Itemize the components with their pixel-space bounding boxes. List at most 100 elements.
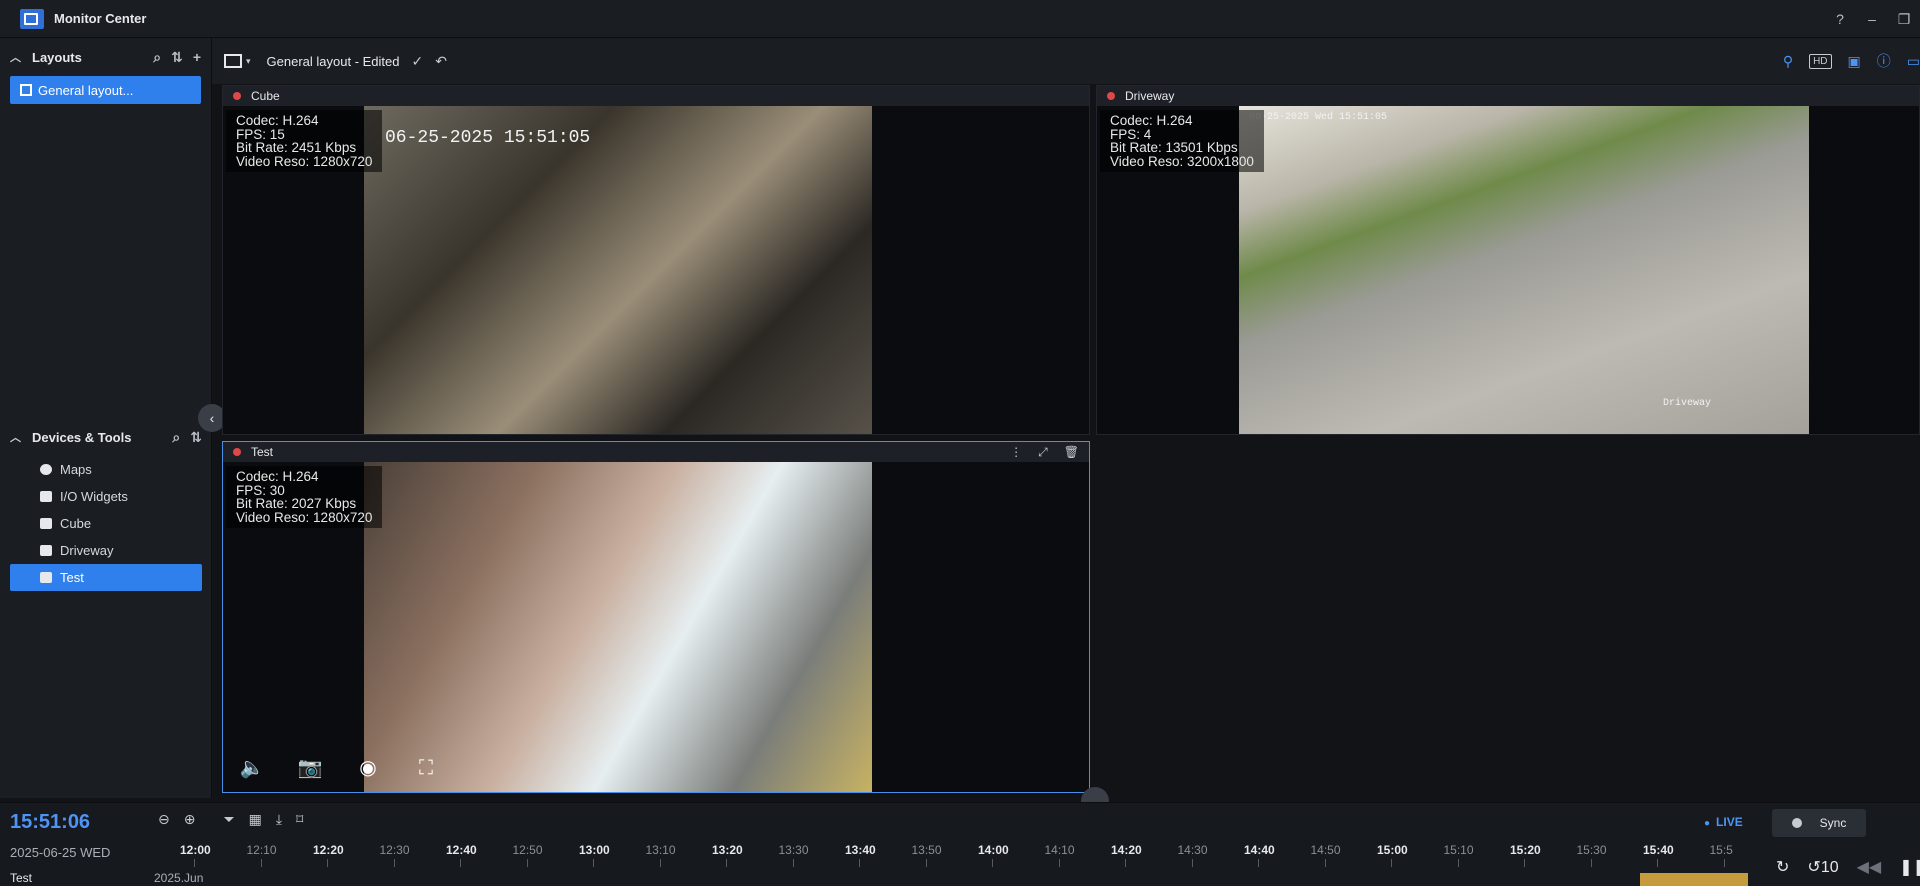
playback-control[interactable]: ↻ bbox=[1776, 857, 1789, 877]
sort-icon[interactable]: ⇅ bbox=[190, 429, 202, 446]
window-controls: ? – ❐ bbox=[1824, 0, 1920, 38]
camera-snapshot-icon[interactable]: 📷 bbox=[297, 756, 323, 780]
speaker-icon[interactable]: 🔈 bbox=[239, 756, 265, 780]
device-item-cube[interactable]: Cube bbox=[10, 510, 202, 537]
tile-header: Test ⋮ ⤢ 🗑 bbox=[223, 442, 1089, 462]
timeline-tick-label: 13:50 bbox=[911, 843, 942, 857]
download-icon[interactable]: ⤓ bbox=[276, 811, 282, 828]
pin-icon[interactable]: ⚲ bbox=[1783, 53, 1793, 70]
sync-button[interactable]: Sync bbox=[1772, 809, 1866, 837]
timeline-row[interactable]: Test 2025.Jun bbox=[0, 869, 1750, 886]
device-item-test[interactable]: Test bbox=[10, 564, 202, 591]
camera-icon bbox=[40, 545, 52, 556]
fps-text: FPS: 30 bbox=[236, 482, 285, 498]
osd-timestamp: 06-25-2025 15:51:05 bbox=[385, 128, 591, 148]
save-check-icon[interactable]: ✓ bbox=[412, 53, 424, 70]
timeline-ticks[interactable]: 12:00 12:10 12:20 12:30 12:40 12:50 13:00 13:10… bbox=[180, 843, 1733, 871]
layout-item-general[interactable]: General layout... bbox=[10, 76, 201, 104]
search-icon[interactable]: ⌕ bbox=[153, 49, 161, 66]
playback-control[interactable]: ❚❚ bbox=[1899, 857, 1920, 877]
device-item-driveway[interactable]: Driveway bbox=[10, 537, 202, 564]
device-item-io-widgets[interactable]: I/O Widgets bbox=[10, 483, 202, 510]
camera-icon bbox=[40, 518, 52, 529]
timeline-tick-label: 12:50 bbox=[512, 843, 543, 857]
search-icon[interactable]: ⌕ bbox=[172, 429, 180, 446]
zoom-out-icon[interactable]: ⊖ bbox=[158, 811, 170, 828]
calendar-icon[interactable]: ▦ bbox=[249, 811, 262, 828]
timeline-month: 2025.Jun bbox=[154, 871, 204, 885]
timeline-tick-mark bbox=[327, 859, 328, 867]
reso-text: Video Reso: 3200x1800 bbox=[1110, 153, 1254, 169]
video-feed-driveway bbox=[1239, 106, 1809, 434]
device-item-label: Test bbox=[60, 570, 84, 585]
timeline-tick-label: 14:40 bbox=[1244, 843, 1275, 857]
timeline-tick-label: 15:20 bbox=[1510, 843, 1541, 857]
chevron-up-icon[interactable]: ︿ bbox=[10, 49, 24, 65]
timeline-tick-mark bbox=[593, 859, 594, 867]
timeline-tick-label: 14:20 bbox=[1111, 843, 1142, 857]
timeline-tick-label: 15:10 bbox=[1443, 843, 1474, 857]
codec-text: Codec: H.264 bbox=[236, 469, 319, 484]
camera-tile-cube[interactable]: Cube 06-25-2025 15:51:05 Codec: H.264 FP… bbox=[222, 85, 1090, 435]
globe-icon bbox=[40, 464, 52, 475]
timeline-tick-mark bbox=[194, 859, 195, 867]
zoom-in-icon[interactable]: ⊕ bbox=[184, 811, 196, 828]
help-button[interactable]: ? bbox=[1824, 11, 1856, 27]
delete-icon[interactable]: 🗑 bbox=[1064, 445, 1079, 460]
camera-name: Cube bbox=[251, 89, 280, 103]
timeline-tick-mark bbox=[526, 859, 528, 867]
dropdown-caret-icon[interactable]: ▾ bbox=[246, 56, 251, 67]
device-item-maps[interactable]: Maps bbox=[10, 456, 202, 483]
stream-info: Codec: H.264 FPS: 4 Bit Rate: 13501 Kbps… bbox=[1100, 110, 1264, 172]
video-area[interactable]: Codec: H.264 FPS: 30 Bit Rate: 2027 Kbps… bbox=[223, 462, 1089, 792]
camera-name: Driveway bbox=[1125, 89, 1175, 103]
timeline-tick-label: 12:40 bbox=[446, 843, 477, 857]
timeline-tick-mark bbox=[1125, 859, 1126, 867]
sort-icon[interactable]: ⇅ bbox=[171, 49, 183, 66]
video-feed-test bbox=[364, 462, 872, 792]
add-icon[interactable]: + bbox=[193, 49, 201, 66]
bookmark-icon[interactable]: ⌑ bbox=[296, 811, 303, 828]
camera-name: Test bbox=[251, 445, 274, 459]
chevron-up-icon[interactable]: ︿ bbox=[10, 429, 24, 445]
recording-segment[interactable] bbox=[1640, 873, 1748, 886]
timeline-tick-mark bbox=[1058, 859, 1060, 867]
bitrate-text: Bit Rate: 13501 Kbps bbox=[1110, 140, 1238, 155]
digital-zoom-icon[interactable]: ⛶ bbox=[413, 756, 439, 780]
layout-grid-icon[interactable] bbox=[224, 54, 242, 68]
playback-controls: ↻ ↺10 ◀◀ ❚❚ ▶▶ bbox=[1776, 857, 1920, 877]
device-item-label: I/O Widgets bbox=[60, 489, 128, 504]
info-icon[interactable]: ⓘ bbox=[1877, 51, 1891, 71]
devices-header[interactable]: ︿ Devices & Tools ⌕ ⇅ bbox=[0, 418, 212, 456]
video-area[interactable]: 06-25-2025 15:51:05 Codec: H.264 FPS: 15… bbox=[223, 106, 1089, 434]
restore-button[interactable]: ❐ bbox=[1888, 11, 1920, 28]
camera-tile-test[interactable]: Test ⋮ ⤢ 🗑 Codec: H.264 FPS: 30 Bit Rate… bbox=[222, 441, 1090, 793]
timeline-tick-label: 15:30 bbox=[1576, 843, 1607, 857]
timeline-tick-mark bbox=[992, 859, 993, 867]
record-icon[interactable]: ◉ bbox=[355, 756, 381, 780]
devices-title: Devices & Tools bbox=[32, 429, 132, 445]
timeline-tick-mark bbox=[1524, 859, 1525, 867]
camera-tile-driveway[interactable]: Driveway 06-25-2025 Wed 15:51:05 Drivewa… bbox=[1096, 85, 1920, 435]
snapshot-icon[interactable]: ▣ bbox=[1848, 53, 1861, 70]
filter-icon[interactable]: ⏷ bbox=[223, 811, 234, 828]
video-area[interactable]: 06-25-2025 Wed 15:51:05 Driveway Codec: … bbox=[1097, 106, 1919, 434]
layouts-header[interactable]: ︿ Layouts ⌕ ⇅ + bbox=[0, 38, 211, 76]
panel-icon[interactable]: ▭ bbox=[1907, 53, 1920, 70]
timeline-tick-mark bbox=[659, 859, 661, 867]
codec-text: Codec: H.264 bbox=[1110, 113, 1193, 128]
playback-control[interactable]: ◀◀ bbox=[1857, 857, 1882, 877]
tile-header: Driveway bbox=[1097, 86, 1919, 106]
minimize-button[interactable]: – bbox=[1856, 11, 1888, 27]
timeline-tick-mark bbox=[859, 859, 860, 867]
undo-icon[interactable]: ↶ bbox=[435, 53, 447, 70]
timeline-tick-label: 15:00 bbox=[1377, 843, 1408, 857]
left-panel: ︿ Layouts ⌕ ⇅ + General layout... ︿ Devi… bbox=[0, 38, 212, 798]
more-options-icon[interactable]: ⋮ bbox=[1010, 445, 1022, 460]
hd-quality-button[interactable]: HD bbox=[1809, 53, 1832, 69]
timeline-tick-mark bbox=[1457, 859, 1459, 867]
playback-control[interactable]: ↺10 bbox=[1807, 857, 1838, 877]
timeline-tick-mark bbox=[1723, 859, 1725, 867]
live-indicator[interactable]: LIVE bbox=[1704, 815, 1743, 829]
fullscreen-icon[interactable]: ⤢ bbox=[1038, 445, 1048, 460]
